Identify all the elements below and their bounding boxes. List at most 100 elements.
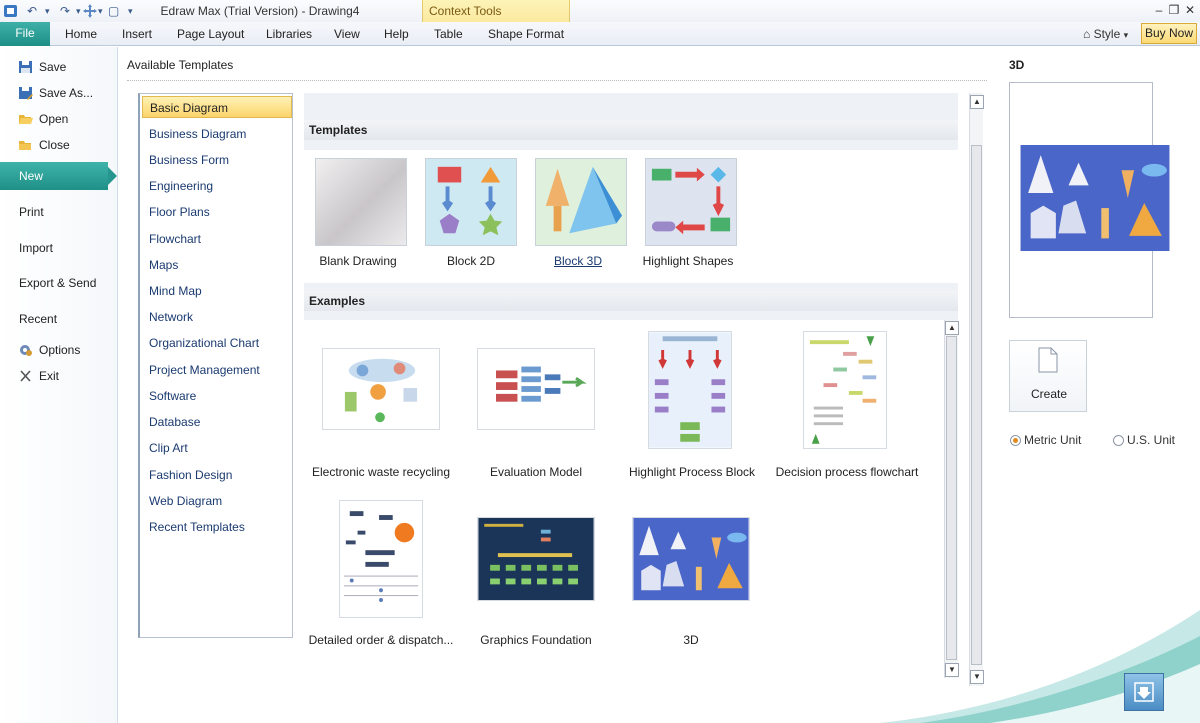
available-templates-title: Available Templates xyxy=(127,58,234,72)
example-highlight-process-label[interactable]: Highlight Process Block xyxy=(612,465,772,479)
category-web-diagram[interactable]: Web Diagram xyxy=(142,490,292,512)
template-block-3d-thumb[interactable] xyxy=(535,158,627,246)
create-button-label: Create xyxy=(1030,387,1068,401)
save-as-icon xyxy=(19,87,33,100)
nav-export-send-label: Export & Send xyxy=(19,276,97,290)
category-basic-diagram[interactable]: Basic Diagram xyxy=(142,96,292,118)
save-icon xyxy=(19,61,32,73)
nav-close-label: Close xyxy=(39,138,70,152)
template-highlight-shapes-label[interactable]: Highlight Shapes xyxy=(623,254,753,268)
tab-help[interactable]: Help xyxy=(384,27,409,41)
category-recent-templates[interactable]: Recent Templates xyxy=(142,516,292,538)
example-graphics-foundation-label[interactable]: Graphics Foundation xyxy=(456,633,616,647)
gallery-scroll-thumb[interactable] xyxy=(971,145,982,665)
open-folder-icon xyxy=(19,115,33,124)
tab-view[interactable]: View xyxy=(334,27,360,41)
example-highlight-process-thumb[interactable] xyxy=(648,331,732,449)
nav-exit-label: Exit xyxy=(39,369,60,383)
divider xyxy=(127,80,987,81)
metric-unit-radio[interactable]: Metric Unit xyxy=(1010,433,1081,447)
tab-insert[interactable]: Insert xyxy=(122,27,152,41)
category-fashion-design[interactable]: Fashion Design xyxy=(142,464,292,486)
new-document-icon xyxy=(1038,347,1058,373)
example-3d-label[interactable]: 3D xyxy=(611,633,771,647)
category-business-diagram[interactable]: Business Diagram xyxy=(142,123,292,145)
nav-save-label: Save xyxy=(39,60,67,74)
nav-save-as-label: Save As... xyxy=(39,86,94,100)
tab-table[interactable]: Table xyxy=(434,27,463,41)
category-engineering[interactable]: Engineering xyxy=(142,175,292,197)
example-electronic-waste-label[interactable]: Electronic waste recycling xyxy=(301,465,461,479)
create-button[interactable]: Create xyxy=(1009,340,1087,412)
example-electronic-waste-thumb[interactable] xyxy=(322,348,440,430)
nav-close[interactable]: Close xyxy=(0,133,118,157)
restore-button[interactable]: ❐ xyxy=(1167,3,1181,17)
style-label: Style xyxy=(1093,27,1121,41)
templates-panel: Blank Drawing Block 2D Block 3D Highligh… xyxy=(304,150,958,283)
template-blank-drawing-label[interactable]: Blank Drawing xyxy=(293,254,423,268)
tab-file[interactable]: File xyxy=(0,22,50,46)
style-dropdown-icon[interactable]: ▾ xyxy=(1124,30,1129,40)
nav-open[interactable]: Open xyxy=(0,107,118,131)
tab-libraries[interactable]: Libraries xyxy=(266,27,312,41)
category-project-management[interactable]: Project Management xyxy=(142,359,292,381)
nav-new-label: New xyxy=(19,169,44,183)
metric-unit-radio-dot[interactable] xyxy=(1010,435,1021,446)
nav-import[interactable]: Import xyxy=(0,236,118,260)
example-decision-flowchart-label[interactable]: Decision process flowchart xyxy=(767,465,927,479)
nav-print[interactable]: Print xyxy=(0,200,118,224)
template-highlight-shapes-thumb[interactable] xyxy=(645,158,737,246)
category-list: Basic Diagram Business Diagram Business … xyxy=(138,93,293,638)
nav-save[interactable]: Save xyxy=(0,55,118,79)
template-blank-drawing-thumb[interactable] xyxy=(315,158,407,246)
backstage-nav: Save Save As... Open Close New Print Imp… xyxy=(0,47,118,723)
category-floor-plans[interactable]: Floor Plans xyxy=(142,201,292,223)
buy-now-button[interactable]: Buy Now xyxy=(1141,23,1197,44)
example-decision-flowchart-thumb[interactable] xyxy=(803,331,887,449)
nav-export-send[interactable]: Export & Send xyxy=(0,271,118,295)
us-unit-label: U.S. Unit xyxy=(1127,433,1176,447)
example-order-dispatch-thumb[interactable] xyxy=(339,500,423,618)
category-database[interactable]: Database xyxy=(142,411,292,433)
exit-x-icon xyxy=(20,370,31,382)
close-folder-icon xyxy=(19,141,31,150)
nav-exit[interactable]: Exit xyxy=(0,364,118,388)
us-unit-radio-dot[interactable] xyxy=(1113,435,1124,446)
example-evaluation-model-thumb[interactable] xyxy=(477,348,595,430)
us-unit-radio[interactable]: U.S. Unit xyxy=(1113,433,1175,447)
template-block-2d-thumb[interactable] xyxy=(425,158,517,246)
category-software[interactable]: Software xyxy=(142,385,292,407)
example-evaluation-model-label[interactable]: Evaluation Model xyxy=(456,465,616,479)
nav-save-as[interactable]: Save As... xyxy=(0,81,118,105)
category-mind-map[interactable]: Mind Map xyxy=(142,280,292,302)
example-graphics-foundation-thumb[interactable] xyxy=(477,517,595,601)
preview-panel xyxy=(1009,82,1170,318)
nav-options[interactable]: Options xyxy=(0,338,118,362)
example-order-dispatch-label[interactable]: Detailed order & dispatch... xyxy=(301,633,461,647)
category-network[interactable]: Network xyxy=(142,306,292,328)
collapse-ribbon-icon[interactable]: ⌂ xyxy=(1083,27,1090,41)
preview-image xyxy=(1020,145,1170,251)
preview-title: 3D xyxy=(1009,58,1025,72)
nav-new[interactable]: New xyxy=(0,162,117,190)
nav-recent[interactable]: Recent xyxy=(0,307,118,331)
category-maps[interactable]: Maps xyxy=(142,254,292,276)
examples-scroll-up-icon[interactable]: ▲ xyxy=(945,321,959,335)
example-3d-thumb[interactable] xyxy=(632,517,750,601)
gallery-scrollbar[interactable]: ▲ ▼ xyxy=(969,93,984,686)
close-window-button[interactable]: ✕ xyxy=(1183,3,1197,17)
scroll-down-button[interactable] xyxy=(1124,673,1164,711)
tab-home[interactable]: Home xyxy=(65,27,97,41)
nav-options-label: Options xyxy=(39,343,81,357)
nav-import-label: Import xyxy=(19,241,54,255)
edraw-app-window: ↶ ▾ ↷ ▾ ▾ ▢ ▾ Edraw Max (Trial Version) … xyxy=(0,0,1200,723)
minimize-button[interactable]: – xyxy=(1152,3,1166,17)
category-clip-art[interactable]: Clip Art xyxy=(142,437,292,459)
gallery-scroll-up-icon[interactable]: ▲ xyxy=(970,95,984,109)
tab-shape-format[interactable]: Shape Format xyxy=(488,27,564,41)
category-flowchart[interactable]: Flowchart xyxy=(142,228,292,250)
category-organizational-chart[interactable]: Organizational Chart xyxy=(142,332,292,354)
style-button[interactable]: ⌂ Style ▾ xyxy=(1083,27,1128,41)
category-business-form[interactable]: Business Form xyxy=(142,149,292,171)
tab-page-layout[interactable]: Page Layout xyxy=(177,27,244,41)
